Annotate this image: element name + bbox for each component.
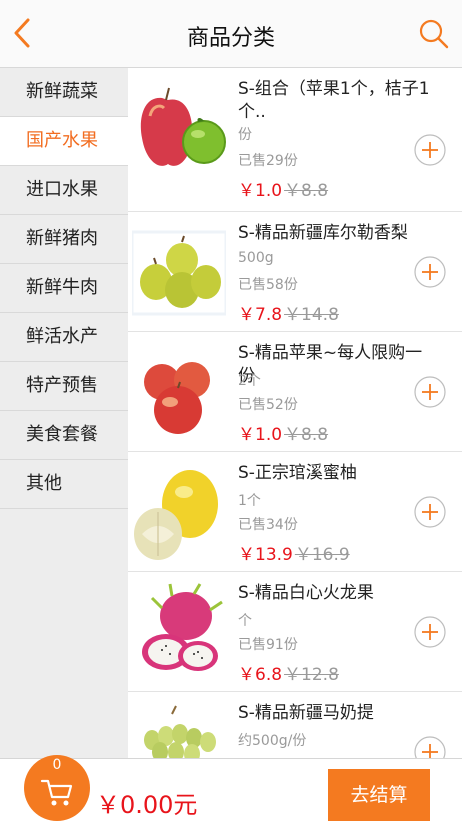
- product-image: [132, 580, 226, 684]
- product-unit: 500g: [238, 250, 274, 266]
- price-row: ￥6.8 ￥12.8: [238, 660, 339, 685]
- sidebar-item-presale[interactable]: 特产预售: [0, 362, 128, 411]
- price-row: ￥13.9 ￥16.9: [238, 540, 350, 565]
- product-item[interactable]: S-组合（苹果1个，桔子1个.. 份 已售29份 ￥1.0 ￥8.8: [128, 68, 462, 212]
- product-unit: 份: [238, 127, 252, 143]
- sidebar-item-vegetables[interactable]: 新鲜蔬菜: [0, 68, 128, 117]
- add-to-cart-icon[interactable]: [414, 496, 446, 528]
- product-item[interactable]: S-精品新疆马奶提 约500g/份: [128, 692, 462, 758]
- sidebar-item-imported-fruit[interactable]: 进口水果: [0, 166, 128, 215]
- cart-count-badge: 0: [52, 757, 62, 773]
- sidebar-item-other[interactable]: 其他: [0, 460, 128, 509]
- add-to-cart-icon[interactable]: [414, 616, 446, 648]
- sidebar-item-meal-set[interactable]: 美食套餐: [0, 411, 128, 460]
- product-item[interactable]: S-精品苹果~每人限购一份 2个 已售52份 ￥1.0 ￥8.8: [128, 332, 462, 452]
- product-name: S-精品苹果~每人限购一份: [238, 343, 423, 386]
- sidebar-item-pork[interactable]: 新鲜猪肉: [0, 215, 128, 264]
- sidebar-item-seafood[interactable]: 鲜活水产: [0, 313, 128, 362]
- product-original-price: ￥8.8: [284, 181, 329, 201]
- price-row: ￥1.0 ￥8.8: [238, 420, 328, 445]
- product-unit: 约500g/份: [238, 733, 307, 749]
- cart-total: ￥0.00元: [96, 791, 198, 819]
- product-image: [132, 700, 226, 758]
- product-sold-count: 已售58份: [238, 277, 298, 293]
- product-price: ￥7.8: [238, 305, 283, 325]
- product-original-price: ￥16.9: [294, 545, 350, 565]
- add-to-cart-icon[interactable]: [414, 736, 446, 758]
- product-price: ￥1.0: [238, 181, 283, 201]
- app-header: 商品分类: [0, 0, 462, 68]
- add-to-cart-icon[interactable]: [414, 376, 446, 408]
- sidebar-item-beef[interactable]: 新鲜牛肉: [0, 264, 128, 313]
- product-original-price: ￥14.8: [284, 305, 339, 325]
- product-unit: 2个: [238, 373, 261, 389]
- product-price: ￥13.9: [238, 545, 293, 565]
- search-icon[interactable]: [416, 16, 452, 52]
- product-item[interactable]: S-精品新疆库尔勒香梨 500g 已售58份 ￥7.8 ￥14.8: [128, 212, 462, 332]
- page-title: 商品分类: [186, 26, 275, 51]
- checkout-button[interactable]: 去结算: [328, 769, 430, 821]
- add-to-cart-icon[interactable]: [414, 134, 446, 166]
- cart-button[interactable]: 0: [24, 755, 90, 821]
- sidebar-item-domestic-fruit[interactable]: 国产水果: [0, 117, 128, 166]
- add-to-cart-icon[interactable]: [414, 256, 446, 288]
- product-unit: 个: [238, 613, 252, 629]
- product-item[interactable]: S-正宗琯溪蜜柚 1个 已售34份 ￥13.9 ￥16.9: [128, 452, 462, 572]
- product-image: [132, 340, 226, 444]
- product-sold-count: 已售29份: [238, 153, 298, 169]
- shopping-cart-icon: [40, 779, 73, 806]
- product-price: ￥1.0: [238, 425, 283, 445]
- price-row: ￥1.0 ￥8.8: [238, 176, 328, 201]
- product-name: S-组合（苹果1个，桔子1个..: [238, 79, 430, 122]
- product-unit: 1个: [238, 493, 261, 509]
- category-sidebar: 新鲜蔬菜 国产水果 进口水果 新鲜猪肉 新鲜牛肉 鲜活水产 特产预售 美食套餐 …: [0, 68, 128, 758]
- product-image: [132, 230, 226, 316]
- cart-footer: 0 ￥0.00元 去结算: [0, 755, 462, 839]
- product-sold-count: 已售34份: [238, 517, 298, 533]
- product-image: [132, 460, 226, 564]
- product-original-price: ￥12.8: [284, 665, 339, 685]
- product-name: S-精品白心火龙果: [238, 583, 374, 603]
- product-price: ￥6.8: [238, 665, 283, 685]
- product-list[interactable]: S-组合（苹果1个，桔子1个.. 份 已售29份 ￥1.0 ￥8.8 S-精品新疆…: [128, 68, 462, 758]
- price-row: ￥7.8 ￥14.8: [238, 300, 339, 325]
- product-original-price: ￥8.8: [284, 425, 329, 445]
- product-item[interactable]: S-精品白心火龙果 个 已售91份 ￥6.8 ￥12.8: [128, 572, 462, 692]
- product-image: [132, 76, 226, 180]
- product-name: S-正宗琯溪蜜柚: [238, 463, 357, 483]
- product-sold-count: 已售52份: [238, 397, 298, 413]
- product-sold-count: 已售91份: [238, 637, 298, 653]
- product-name: S-精品新疆库尔勒香梨: [238, 223, 408, 243]
- product-name: S-精品新疆马奶提: [238, 703, 374, 723]
